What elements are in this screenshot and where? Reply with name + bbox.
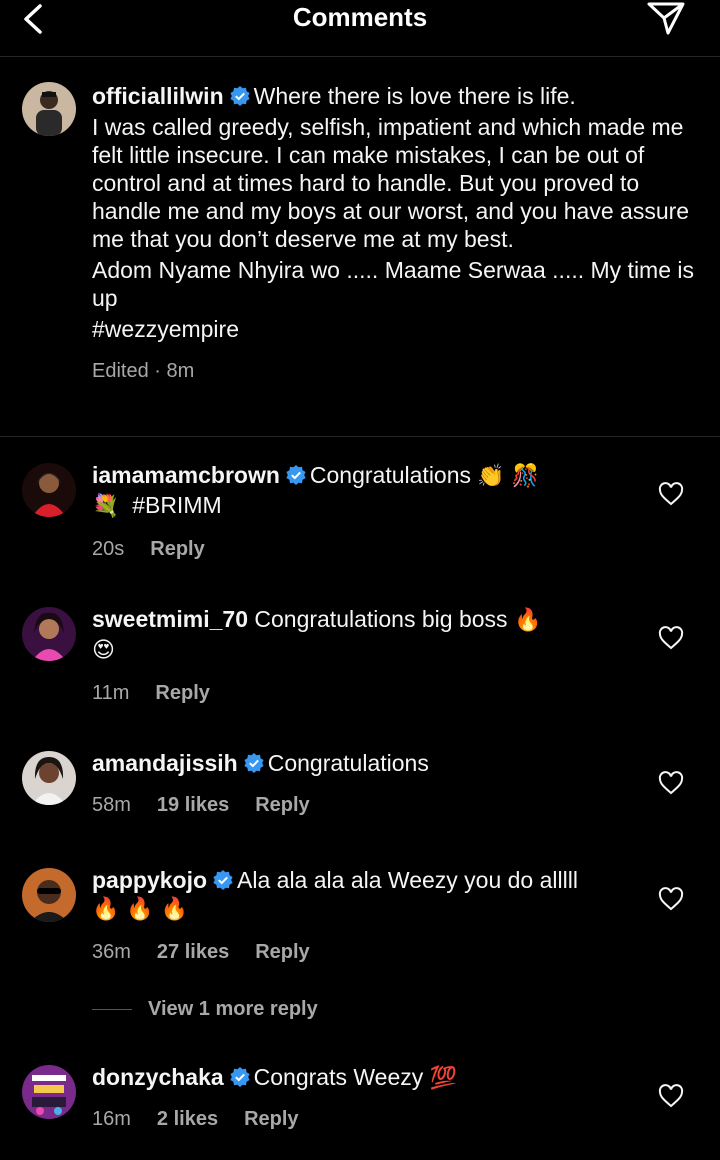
reply-button[interactable]: Reply [255,941,309,963]
verified-badge-icon [230,1067,250,1087]
view-more-label: View 1 more reply [148,998,318,1020]
reply-button[interactable]: Reply [155,682,209,704]
avatar[interactable] [22,868,76,922]
reply-button[interactable]: Reply [244,1108,298,1130]
heart-outline-icon[interactable] [658,887,684,911]
page-title: Comments [292,2,428,32]
comment-text: Ala ala ala ala Weezy you do alllll [237,867,578,893]
avatar[interactable] [22,607,76,661]
likes-count[interactable]: 19 likes [157,794,229,816]
share-paper-plane-icon[interactable] [646,0,686,36]
caption-meta: Edited · 8m [92,360,195,382]
hundred-points-emoji: 💯 [429,1066,458,1091]
fire-emoji: 🔥 🔥 🔥 [92,897,189,922]
avatar[interactable] [22,751,76,805]
heart-outline-icon[interactable] [658,626,684,650]
comment-time: 11m [92,682,130,704]
divider [92,1009,132,1011]
comment-username[interactable]: sweetmimi_70 [92,606,248,632]
comment-time: 36m [92,941,131,963]
verified-badge-icon [213,870,233,890]
comment-emoji: 👏 🎊 [477,464,540,489]
comment-text: Congratulations [309,462,472,488]
reply-button[interactable]: Reply [150,538,204,560]
comment-hashtag[interactable]: #BRIMM [132,492,221,518]
comment-text: Congratulations big boss [254,606,508,632]
view-more-replies-button[interactable]: View 1 more reply [92,998,318,1021]
reply-button[interactable]: Reply [255,794,309,816]
top-bar: Comments [0,0,720,57]
comment-username[interactable]: iamamamcbrown [92,462,280,488]
caption-first-line: Where there is love there is life. [253,83,576,109]
caption-paragraph-2: Adom Nyame Nhyira wo ..... Maame Serwaa … [92,257,694,311]
likes-count[interactable]: 27 likes [157,941,229,963]
comment-username[interactable]: donzychaka [92,1064,224,1090]
comment-time: 16m [92,1108,131,1130]
heart-outline-icon[interactable] [658,482,684,506]
avatar[interactable] [22,82,76,136]
avatar[interactable] [22,1065,76,1119]
comment-text: Congratulations [267,750,429,776]
comment-username[interactable]: pappykojo [92,867,207,893]
heart-eyes-emoji: 😍 [92,638,115,663]
verified-badge-icon [244,753,264,773]
comment-time: 20s [92,538,125,560]
verified-badge-icon [230,86,250,106]
comment-emoji: 💐 [92,494,120,519]
comment-username[interactable]: amandajissih [92,750,238,776]
verified-badge-icon [286,465,306,485]
comment-text: Congrats Weezy [253,1064,424,1090]
comment-time: 58m [92,794,131,816]
post-caption: officiallilwin Where there is love there … [0,56,720,437]
fire-emoji: 🔥 [513,608,542,633]
avatar[interactable] [22,463,76,517]
caption-hashtag[interactable]: #wezzyempire [92,315,700,343]
heart-outline-icon[interactable] [658,771,684,795]
caption-username[interactable]: officiallilwin [92,83,224,109]
likes-count[interactable]: 2 likes [157,1108,218,1130]
heart-outline-icon[interactable] [658,1084,684,1108]
caption-paragraph-1: I was called greedy, selfish, impatient … [92,114,690,252]
